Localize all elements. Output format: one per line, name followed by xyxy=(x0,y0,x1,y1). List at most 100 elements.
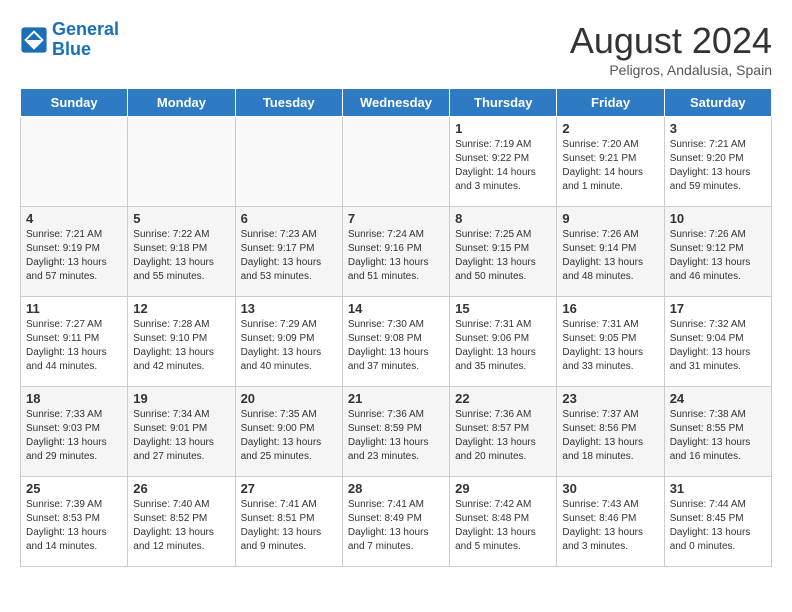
day-cell-19: 19Sunrise: 7:34 AM Sunset: 9:01 PM Dayli… xyxy=(128,387,235,477)
day-cell-20: 20 Sunrise: 7:35 AM Sunset: 9:00 PM Dayli… xyxy=(235,387,342,477)
day-number: 7 xyxy=(348,211,444,226)
day-cell-12: 12 Sunrise: 7:28 AM Sunset: 9:10 PM Dayli… xyxy=(128,297,235,387)
day-cell-28: 28Sunrise: 7:41 AM Sunset: 8:49 PM Dayli… xyxy=(342,477,449,567)
month-year: August 2024 xyxy=(570,20,772,62)
page-header: General Blue August 2024 Peligros, Andal… xyxy=(20,20,772,78)
day-number: 29 xyxy=(455,481,551,496)
day-info: Sunrise: 7:39 AM Sunset: 8:53 PM Dayligh… xyxy=(26,498,122,554)
day-info: Sunrise: 7:32 AM Sunset: 9:04 PM Dayligh… xyxy=(670,318,766,374)
day-info: Sunrise: 7:24 AM Sunset: 9:16 PM Dayligh… xyxy=(348,228,444,284)
day-cell-empty xyxy=(235,117,342,207)
day-cell-18: 18 Sunrise: 7:33 AM Sunset: 9:03 PM Dayli… xyxy=(21,387,128,477)
day-number: 21 xyxy=(348,391,444,406)
header-cell-thursday: Thursday xyxy=(450,89,557,117)
day-cell-8: 8 Sunrise: 7:25 AM Sunset: 9:15 PM Daylig… xyxy=(450,207,557,297)
week-row-4: 18 Sunrise: 7:33 AM Sunset: 9:03 PM Dayli… xyxy=(21,387,772,477)
day-info: Sunrise: 7:36 AM Sunset: 8:57 PM Dayligh… xyxy=(455,408,551,464)
day-number: 1 xyxy=(455,121,551,136)
day-cell-30: 30 Sunrise: 7:43 AM Sunset: 8:46 PM Dayli… xyxy=(557,477,664,567)
day-number: 5 xyxy=(133,211,229,226)
day-cell-4: 4 Sunrise: 7:21 AM Sunset: 9:19 PM Daylig… xyxy=(21,207,128,297)
day-info: Sunrise: 7:43 AM Sunset: 8:46 PM Dayligh… xyxy=(562,498,658,554)
day-number: 26 xyxy=(133,481,229,496)
logo-icon xyxy=(20,26,48,54)
day-info: Sunrise: 7:29 AM Sunset: 9:09 PM Dayligh… xyxy=(241,318,337,374)
header-cell-tuesday: Tuesday xyxy=(235,89,342,117)
location: Peligros, Andalusia, Spain xyxy=(570,62,772,78)
day-number: 14 xyxy=(348,301,444,316)
day-cell-25: 25 Sunrise: 7:39 AM Sunset: 8:53 PM Dayli… xyxy=(21,477,128,567)
day-cell-7: 7 Sunrise: 7:24 AM Sunset: 9:16 PM Daylig… xyxy=(342,207,449,297)
logo: General Blue xyxy=(20,20,119,60)
day-number: 10 xyxy=(670,211,766,226)
day-info: Sunrise: 7:41 AM Sunset: 8:51 PM Dayligh… xyxy=(241,498,337,554)
title-block: August 2024 Peligros, Andalusia, Spain xyxy=(570,20,772,78)
header-cell-friday: Friday xyxy=(557,89,664,117)
day-info: Sunrise: 7:35 AM Sunset: 9:00 PM Dayligh… xyxy=(241,408,337,464)
day-info: Sunrise: 7:37 AM Sunset: 8:56 PM Dayligh… xyxy=(562,408,658,464)
day-cell-26: 26 Sunrise: 7:40 AM Sunset: 8:52 PM Dayli… xyxy=(128,477,235,567)
day-number: 27 xyxy=(241,481,337,496)
day-cell-16: 16Sunrise: 7:31 AM Sunset: 9:05 PM Dayli… xyxy=(557,297,664,387)
week-row-5: 25 Sunrise: 7:39 AM Sunset: 8:53 PM Dayli… xyxy=(21,477,772,567)
day-cell-23: 23 Sunrise: 7:37 AM Sunset: 8:56 PM Dayli… xyxy=(557,387,664,477)
day-number: 20 xyxy=(241,391,337,406)
day-info: Sunrise: 7:25 AM Sunset: 9:15 PM Dayligh… xyxy=(455,228,551,284)
day-cell-10: 10 Sunrise: 7:26 AM Sunset: 9:12 PM Dayli… xyxy=(664,207,771,297)
day-info: Sunrise: 7:42 AM Sunset: 8:48 PM Dayligh… xyxy=(455,498,551,554)
header-cell-wednesday: Wednesday xyxy=(342,89,449,117)
day-info: Sunrise: 7:44 AM Sunset: 8:45 PM Dayligh… xyxy=(670,498,766,554)
header-cell-monday: Monday xyxy=(128,89,235,117)
day-number: 31 xyxy=(670,481,766,496)
day-cell-27: 27 Sunrise: 7:41 AM Sunset: 8:51 PM Dayli… xyxy=(235,477,342,567)
week-row-1: 1 Sunrise: 7:19 AM Sunset: 9:22 PM Daylig… xyxy=(21,117,772,207)
day-info: Sunrise: 7:31 AM Sunset: 9:06 PM Dayligh… xyxy=(455,318,551,374)
day-number: 4 xyxy=(26,211,122,226)
day-cell-22: 22 Sunrise: 7:36 AM Sunset: 8:57 PM Dayli… xyxy=(450,387,557,477)
day-cell-15: 15 Sunrise: 7:31 AM Sunset: 9:06 PM Dayli… xyxy=(450,297,557,387)
day-cell-2: 2Sunrise: 7:20 AM Sunset: 9:21 PM Daylig… xyxy=(557,117,664,207)
day-cell-21: 21 Sunrise: 7:36 AM Sunset: 8:59 PM Dayli… xyxy=(342,387,449,477)
day-number: 30 xyxy=(562,481,658,496)
day-info: Sunrise: 7:27 AM Sunset: 9:11 PM Dayligh… xyxy=(26,318,122,374)
day-number: 23 xyxy=(562,391,658,406)
day-info: Sunrise: 7:31 AM Sunset: 9:05 PM Dayligh… xyxy=(562,318,658,374)
day-info: Sunrise: 7:22 AM Sunset: 9:18 PM Dayligh… xyxy=(133,228,229,284)
day-info: Sunrise: 7:36 AM Sunset: 8:59 PM Dayligh… xyxy=(348,408,444,464)
day-info: Sunrise: 7:28 AM Sunset: 9:10 PM Dayligh… xyxy=(133,318,229,374)
header-row: SundayMondayTuesdayWednesdayThursdayFrid… xyxy=(21,89,772,117)
day-number: 8 xyxy=(455,211,551,226)
day-info: Sunrise: 7:40 AM Sunset: 8:52 PM Dayligh… xyxy=(133,498,229,554)
day-info: Sunrise: 7:19 AM Sunset: 9:22 PM Dayligh… xyxy=(455,138,551,194)
day-info: Sunrise: 7:23 AM Sunset: 9:17 PM Dayligh… xyxy=(241,228,337,284)
day-cell-empty xyxy=(21,117,128,207)
day-cell-1: 1 Sunrise: 7:19 AM Sunset: 9:22 PM Daylig… xyxy=(450,117,557,207)
header-cell-saturday: Saturday xyxy=(664,89,771,117)
day-cell-11: 11Sunrise: 7:27 AM Sunset: 9:11 PM Dayli… xyxy=(21,297,128,387)
logo-line1: General xyxy=(52,19,119,39)
logo-text: General Blue xyxy=(52,20,119,60)
header-cell-sunday: Sunday xyxy=(21,89,128,117)
week-row-2: 4 Sunrise: 7:21 AM Sunset: 9:19 PM Daylig… xyxy=(21,207,772,297)
day-number: 28 xyxy=(348,481,444,496)
day-number: 25 xyxy=(26,481,122,496)
day-number: 12 xyxy=(133,301,229,316)
day-info: Sunrise: 7:26 AM Sunset: 9:12 PM Dayligh… xyxy=(670,228,766,284)
day-info: Sunrise: 7:21 AM Sunset: 9:19 PM Dayligh… xyxy=(26,228,122,284)
day-cell-17: 17 Sunrise: 7:32 AM Sunset: 9:04 PM Dayli… xyxy=(664,297,771,387)
day-cell-5: 5 Sunrise: 7:22 AM Sunset: 9:18 PM Daylig… xyxy=(128,207,235,297)
day-number: 22 xyxy=(455,391,551,406)
day-number: 9 xyxy=(562,211,658,226)
day-cell-29: 29 Sunrise: 7:42 AM Sunset: 8:48 PM Dayli… xyxy=(450,477,557,567)
week-row-3: 11Sunrise: 7:27 AM Sunset: 9:11 PM Dayli… xyxy=(21,297,772,387)
day-cell-13: 13Sunrise: 7:29 AM Sunset: 9:09 PM Dayli… xyxy=(235,297,342,387)
day-info: Sunrise: 7:30 AM Sunset: 9:08 PM Dayligh… xyxy=(348,318,444,374)
day-cell-31: 31 Sunrise: 7:44 AM Sunset: 8:45 PM Dayli… xyxy=(664,477,771,567)
day-number: 17 xyxy=(670,301,766,316)
day-cell-empty xyxy=(128,117,235,207)
day-number: 15 xyxy=(455,301,551,316)
day-cell-empty xyxy=(342,117,449,207)
day-info: Sunrise: 7:26 AM Sunset: 9:14 PM Dayligh… xyxy=(562,228,658,284)
day-info: Sunrise: 7:33 AM Sunset: 9:03 PM Dayligh… xyxy=(26,408,122,464)
day-number: 18 xyxy=(26,391,122,406)
